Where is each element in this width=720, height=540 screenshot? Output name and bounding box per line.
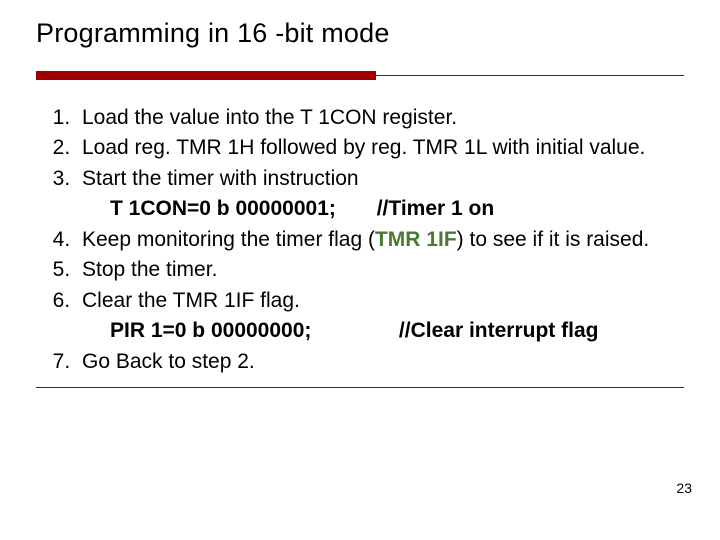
list-item: Start the timer with instruction T 1CON=…	[76, 164, 678, 225]
step-text: Stop the timer.	[82, 258, 217, 281]
list-item: Load reg. TMR 1H followed by reg. TMR 1L…	[76, 133, 678, 163]
step-text: Go Back to step 2.	[82, 350, 255, 373]
step-text: Load reg. TMR 1H followed by reg. TMR 1L…	[82, 136, 645, 159]
code-text: PIR 1=0 b 00000000;	[110, 319, 311, 342]
code-text: T 1CON=0 b 00000001;	[110, 197, 336, 220]
page-number: 23	[676, 480, 692, 496]
title-rule	[36, 71, 684, 81]
step-text: Load the value into the T 1CON register.	[82, 106, 457, 129]
list-item: Keep monitoring the timer flag (TMR 1IF)…	[76, 225, 678, 255]
page-title: Programming in 16 -bit mode	[36, 18, 684, 49]
bottom-rule	[36, 387, 684, 388]
step-text-b: ) to see if it is raised.	[457, 228, 650, 251]
rule-thick	[36, 71, 376, 80]
list-item: Load the value into the T 1CON register.	[76, 103, 678, 133]
flag-name: TMR 1IF	[375, 228, 457, 251]
list-item: Clear the TMR 1IF flag. PIR 1=0 b 000000…	[76, 286, 678, 347]
code-line: PIR 1=0 b 00000000; //Clear interrupt fl…	[82, 316, 678, 346]
code-line: T 1CON=0 b 00000001; //Timer 1 on	[82, 194, 678, 224]
step-text: Clear the TMR 1IF flag.	[82, 289, 300, 312]
code-comment: //Timer 1 on	[377, 194, 494, 224]
step-text-a: Keep monitoring the timer flag (	[82, 228, 375, 251]
step-text: Start the timer with instruction	[82, 167, 359, 190]
code-comment: //Clear interrupt flag	[399, 316, 599, 346]
steps-list: Load the value into the T 1CON register.…	[36, 103, 684, 377]
slide: Programming in 16 -bit mode Load the val…	[0, 0, 720, 540]
list-item: Stop the timer.	[76, 255, 678, 285]
list-item: Go Back to step 2.	[76, 347, 678, 377]
